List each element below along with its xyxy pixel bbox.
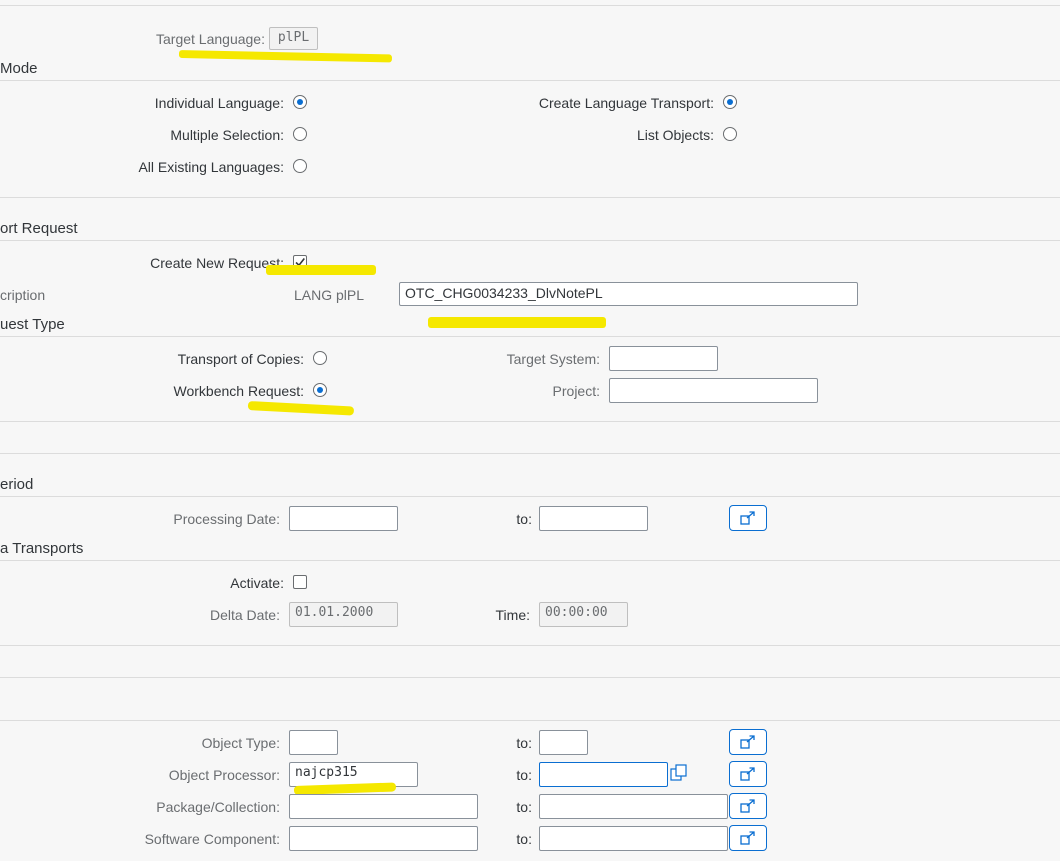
processing-date-multiple-selection-button[interactable]: [729, 505, 767, 531]
highlight-mark: [428, 317, 606, 328]
create-new-request-label: Create New Request:: [150, 255, 284, 271]
divider: [0, 720, 1060, 721]
object-type-multiple-selection-button[interactable]: [729, 729, 767, 755]
multiple-selection-icon: [740, 831, 755, 845]
multiple-selection-icon: [740, 511, 755, 525]
time-label: Time:: [495, 607, 530, 623]
project-label: Project:: [552, 383, 600, 399]
workbench-request-label: Workbench Request:: [173, 383, 304, 399]
multiple-selection-icon: [740, 799, 755, 813]
target-language-field[interactable]: plPL: [269, 27, 318, 50]
list-objects-radio[interactable]: [723, 127, 737, 141]
divider: [0, 560, 1060, 561]
object-processor-to-input[interactable]: [539, 762, 668, 787]
divider: [0, 496, 1060, 497]
software-component-to-input[interactable]: [539, 826, 728, 851]
highlight-mark: [178, 50, 393, 63]
individual-language-radio[interactable]: [293, 95, 307, 109]
create-language-transport-radio[interactable]: [723, 95, 737, 109]
list-objects-label: List Objects:: [636, 127, 714, 143]
all-existing-languages-label: All Existing Languages:: [138, 159, 284, 175]
divider: [0, 5, 1060, 6]
target-system-input[interactable]: [609, 346, 718, 371]
all-existing-languages-radio[interactable]: [293, 159, 307, 173]
description-prefix: LANG plPL: [294, 287, 365, 303]
target-system-label: Target System:: [506, 351, 600, 367]
time-field[interactable]: 00:00:00: [539, 602, 628, 627]
section-title-request-type: uest Type: [0, 316, 65, 333]
package-collection-label: Package/Collection:: [156, 799, 280, 815]
object-type-label: Object Type:: [201, 735, 280, 751]
object-type-from-input[interactable]: [289, 730, 338, 755]
target-language-label: Target Language:: [156, 31, 265, 47]
divider: [0, 336, 1060, 337]
divider: [0, 677, 1060, 678]
package-collection-from-input[interactable]: [289, 794, 478, 819]
software-component-from-input[interactable]: [289, 826, 478, 851]
object-processor-label: Object Processor:: [168, 767, 280, 783]
description-label: cription: [0, 287, 46, 303]
divider: [0, 453, 1060, 454]
description-input[interactable]: OTC_CHG0034233_DlvNotePL: [399, 282, 858, 306]
delta-date-label: Delta Date:: [209, 607, 280, 623]
divider: [0, 240, 1060, 241]
individual-language-label: Individual Language:: [154, 95, 284, 111]
section-title-transport-request: ort Request: [0, 220, 78, 237]
section-title-mode: Mode: [0, 60, 38, 77]
package-collection-multiple-selection-button[interactable]: [729, 793, 767, 819]
highlight-mark: [266, 265, 376, 275]
activate-checkbox[interactable]: [293, 575, 307, 589]
section-title-period: eriod: [0, 476, 34, 493]
divider: [0, 645, 1060, 646]
create-language-transport-label: Create Language Transport:: [538, 95, 714, 111]
object-type-to-input[interactable]: [539, 730, 588, 755]
activate-label: Activate:: [230, 575, 284, 591]
section-title-delta-transports: a Transports: [0, 540, 84, 557]
object-processor-multiple-selection-button[interactable]: [729, 761, 767, 787]
divider: [0, 421, 1060, 422]
package-collection-to-label: to:: [516, 799, 532, 815]
processing-date-to-input[interactable]: [539, 506, 648, 531]
highlight-mark: [247, 401, 355, 416]
object-type-to-label: to:: [516, 735, 532, 751]
software-component-multiple-selection-button[interactable]: [729, 825, 767, 851]
value-help-icon[interactable]: [670, 764, 688, 784]
processing-date-from-input[interactable]: [289, 506, 398, 531]
package-collection-to-input[interactable]: [539, 794, 728, 819]
multiple-selection-label: Multiple Selection:: [170, 127, 284, 143]
multiple-selection-radio[interactable]: [293, 127, 307, 141]
processing-date-label: Processing Date:: [173, 511, 280, 527]
multiple-selection-icon: [740, 735, 755, 749]
divider: [0, 197, 1060, 198]
transport-of-copies-label: Transport of Copies:: [177, 351, 304, 367]
software-component-to-label: to:: [516, 831, 532, 847]
delta-date-field[interactable]: 01.01.2000: [289, 602, 398, 627]
transport-of-copies-radio[interactable]: [313, 351, 327, 365]
divider: [0, 80, 1060, 81]
software-component-label: Software Component:: [144, 831, 280, 847]
project-input[interactable]: [609, 378, 818, 403]
workbench-request-radio[interactable]: [313, 383, 327, 397]
object-processor-to-label: to:: [516, 767, 532, 783]
processing-date-to-label: to:: [516, 511, 532, 527]
multiple-selection-icon: [740, 767, 755, 781]
